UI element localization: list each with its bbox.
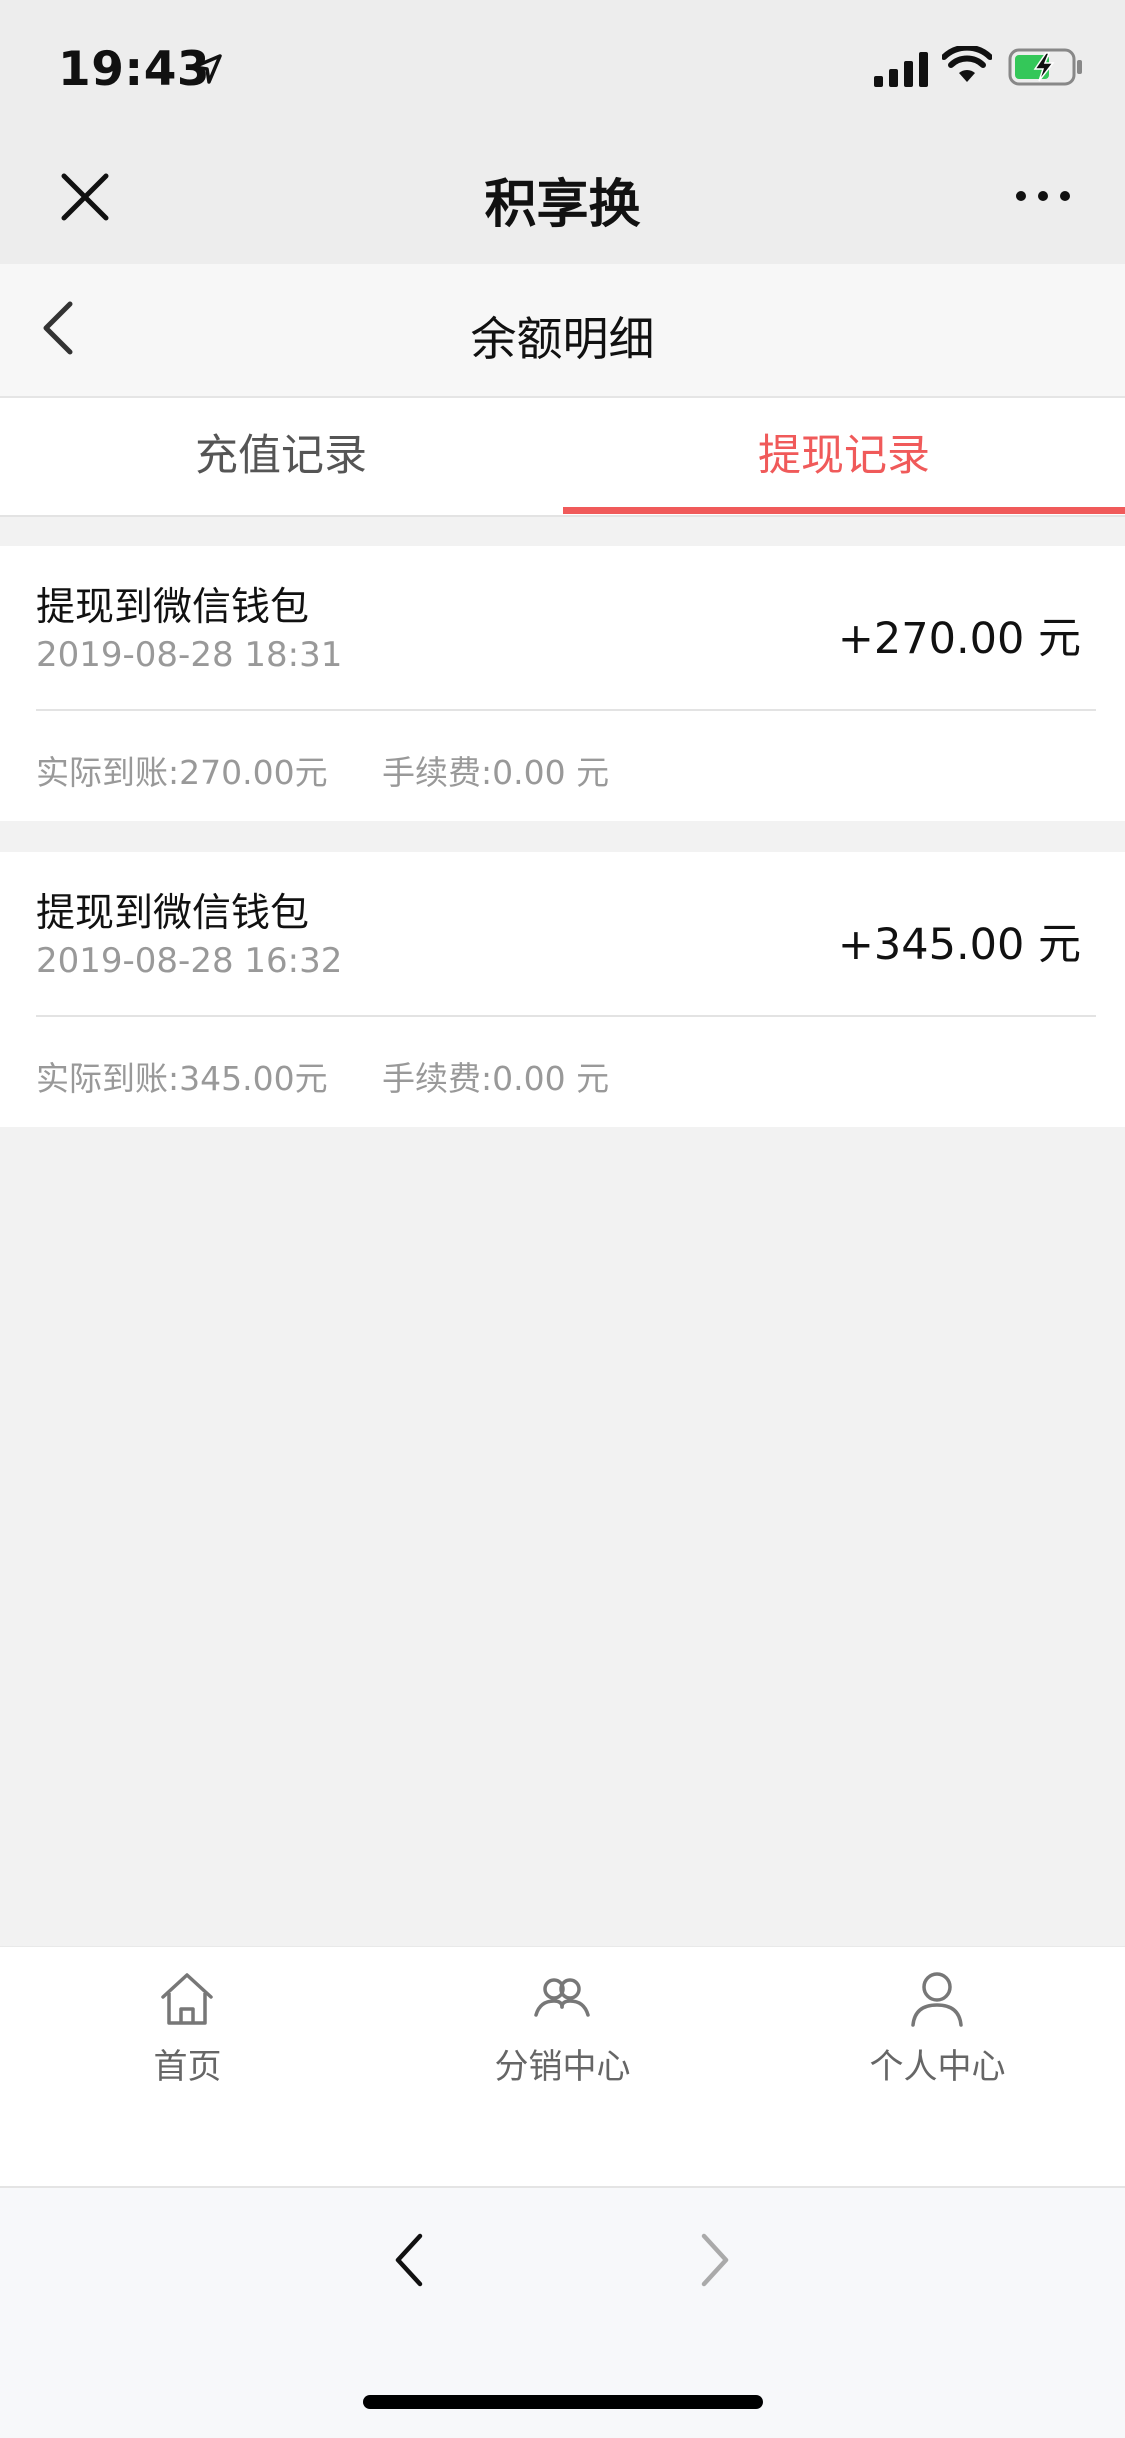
- record-time: 2019-08-28 16:32: [36, 941, 343, 981]
- wifi-icon: [942, 46, 992, 82]
- tab-withdraw-records[interactable]: 提现记录: [563, 398, 1125, 515]
- user-icon: [911, 1972, 963, 2027]
- record-actual-amount: 实际到账:270.00元: [36, 753, 328, 792]
- divider: [36, 709, 1096, 711]
- record-title: 提现到微信钱包: [36, 585, 310, 630]
- record-amount: +270.00 元: [837, 614, 1081, 664]
- chevron-left-icon[interactable]: [384, 2230, 444, 2290]
- tab-recharge-records[interactable]: 充值记录: [0, 398, 562, 515]
- record-fee: 手续费:0.00 元: [382, 1059, 610, 1098]
- home-indicator[interactable]: [363, 2395, 763, 2409]
- bottom-tab-bar: 首页 分销中心 个人中心: [0, 1946, 1125, 2186]
- tabbar-item-profile[interactable]: 个人中心: [750, 1947, 1125, 2107]
- list-item: 提现到微信钱包 2019-08-28 18:31 +270.00 元 实际到账:…: [0, 546, 1125, 821]
- status-time: 19:43: [58, 42, 211, 97]
- record-amount: +345.00 元: [837, 920, 1081, 970]
- record-tabs: 充值记录 提现记录: [0, 398, 1125, 517]
- tabbar-item-distribution[interactable]: 分销中心: [375, 1947, 750, 2107]
- tabbar-label: 首页: [153, 2047, 222, 2087]
- record-time: 2019-08-28 18:31: [36, 635, 343, 675]
- divider: [36, 1015, 1096, 1017]
- active-tab-indicator: [563, 507, 1125, 514]
- tabbar-item-home[interactable]: 首页: [0, 1947, 375, 2107]
- status-bar: 19:43: [0, 0, 1125, 132]
- record-title: 提现到微信钱包: [36, 891, 310, 936]
- list-item: 提现到微信钱包 2019-08-28 16:32 +345.00 元 实际到账:…: [0, 852, 1125, 1127]
- tabbar-label: 分销中心: [494, 2047, 631, 2087]
- tabbar-label: 个人中心: [869, 2047, 1006, 2087]
- app-title: 积享换: [484, 175, 641, 235]
- record-actual-amount: 实际到账:345.00元: [36, 1059, 328, 1098]
- chevron-right-icon[interactable]: [680, 2230, 740, 2290]
- battery-charging-icon: [1008, 48, 1082, 86]
- cellular-signal-icon: [874, 52, 928, 87]
- status-icons: [872, 44, 1087, 94]
- home-icon: [161, 1973, 213, 2025]
- page-title: 余额明细: [470, 312, 655, 366]
- group-icon: [534, 1978, 590, 2017]
- more-icon[interactable]: [1013, 184, 1073, 208]
- record-fee: 手续费:0.00 元: [382, 753, 610, 792]
- location-arrow-icon: [192, 54, 222, 84]
